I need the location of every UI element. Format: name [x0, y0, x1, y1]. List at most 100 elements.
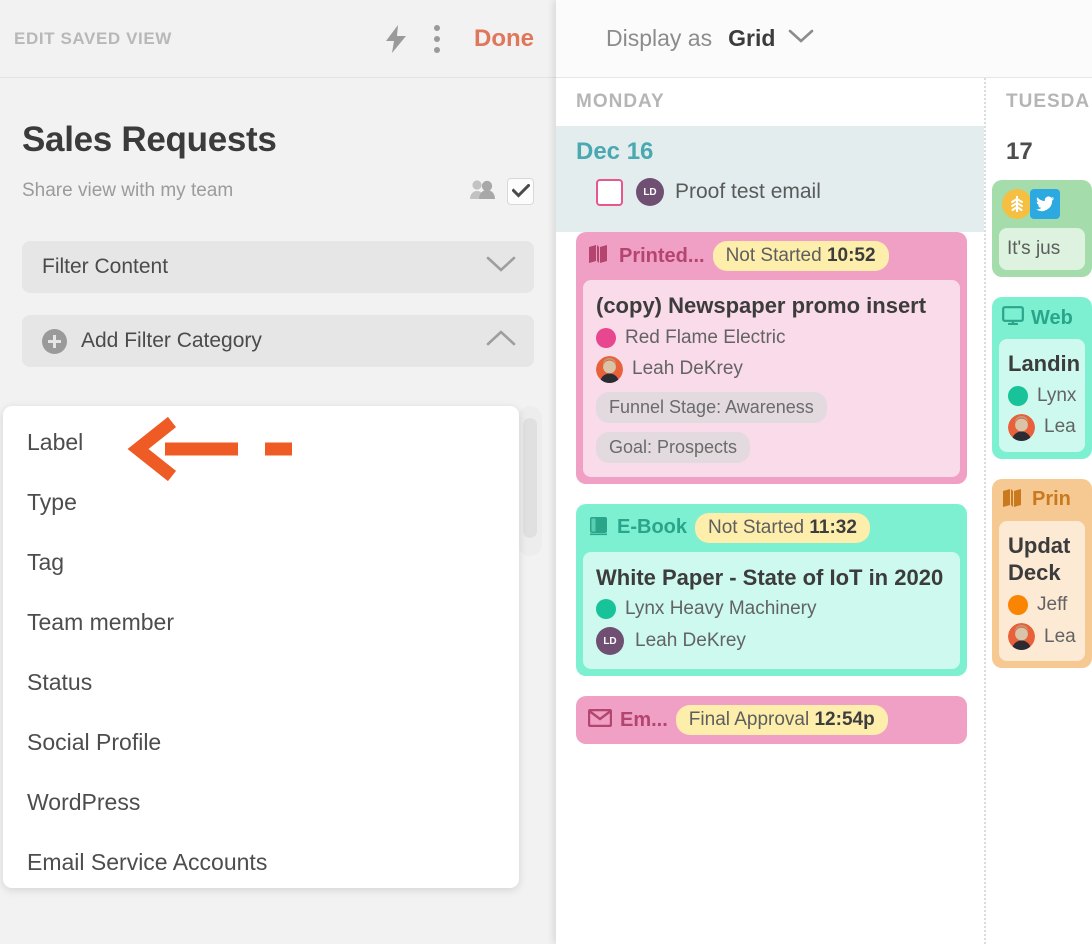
chevron-down-icon[interactable] [788, 29, 814, 49]
card-title: (copy) Newspaper promo insert [596, 293, 927, 318]
share-view-row: Share view with my team [22, 174, 534, 208]
add-filter-category-label: Add Filter Category [81, 329, 262, 352]
calendar-column-monday: MONDAY Dec 16 LD Proof test email Printe… [556, 78, 986, 944]
todo-row[interactable]: LD Proof test email [576, 166, 984, 222]
card-title: Updat Deck [1008, 532, 1071, 586]
daynum-band-tuesday: 17 [986, 126, 1092, 166]
avatar: LD [596, 627, 624, 656]
status-badge: Final Approval 12:54p [675, 705, 888, 736]
sidebar-title: EDIT SAVED VIEW [14, 28, 172, 48]
avatar [1008, 623, 1035, 651]
card-body: It's jus [999, 228, 1085, 270]
card-title: Landin [1008, 351, 1081, 376]
card-brand-row: Jeff [1008, 594, 1076, 616]
card-header: Prin [992, 479, 1092, 521]
app-root: EDIT SAVED VIEW Done Sales Requests Shar… [0, 0, 1092, 944]
brand-color-dot [1008, 595, 1028, 616]
card-person-row: Lea [1008, 413, 1076, 441]
content-card[interactable]: Prin Updat Deck Jeff Lea [992, 478, 1092, 669]
calendar-columns: MONDAY Dec 16 LD Proof test email Printe… [556, 78, 1092, 944]
content-card[interactable]: E-Book Not Started 11:32 White Paper - S… [576, 503, 967, 677]
dropdown-item-email-service-accounts[interactable]: Email Service Accounts [3, 832, 519, 888]
card-person-label: Leah DeKrey [635, 630, 746, 652]
done-button[interactable]: Done [474, 25, 534, 53]
card-brand-row: Lynx Heavy Machinery [596, 598, 947, 620]
card-brand-label: Lynx Heavy Machinery [625, 598, 817, 620]
card-person-label: Lea [1044, 416, 1076, 438]
status-time: 12:54p [814, 709, 875, 731]
dropdown-item-team-member[interactable]: Team member [3, 592, 519, 652]
daynum-monday: Dec 16 [576, 138, 654, 165]
card-person-row: Lea [1008, 623, 1076, 651]
todo-label: Proof test email [675, 180, 821, 203]
brand-color-dot [596, 327, 616, 348]
dropdown-item-social-profile[interactable]: Social Profile [3, 712, 519, 772]
dropdown-item-label[interactable]: Label [3, 412, 519, 472]
lightning-bolt-icon[interactable] [378, 21, 414, 57]
kebab-menu-icon[interactable] [422, 21, 452, 57]
tag-chip: Funnel Stage: Awareness [596, 391, 827, 423]
todo-checkbox[interactable] [596, 178, 623, 206]
card-tags: Funnel Stage: Awareness Goal: Prospects [596, 383, 947, 463]
card-brand-label: Lynx [1037, 384, 1077, 406]
card-person-row: LD Leah DeKrey [596, 627, 947, 656]
tuesday-card-list: It's jus Web Landin Lynx Lea Prin Updat … [986, 166, 1092, 669]
card-body-text: It's jus [1007, 238, 1061, 259]
monday-card-list: Printed... Not Started 10:52 (copy) News… [556, 232, 984, 745]
status-time: 11:32 [809, 516, 857, 538]
status-badge: Not Started 10:52 [712, 241, 889, 271]
add-filter-category-panel[interactable]: Add Filter Category [22, 315, 534, 367]
dropdown-item-wordpress[interactable]: WordPress [3, 772, 519, 832]
content-card[interactable]: It's jus [992, 180, 1092, 277]
card-type-label: Prin [1032, 488, 1071, 511]
card-brand-label: Jeff [1037, 594, 1068, 616]
share-view-checkbox[interactable] [507, 177, 534, 205]
card-header: Web [992, 297, 1092, 339]
sidebar-body: Sales Requests Share view with my team F… [0, 120, 556, 367]
daynum-band-monday: Dec 16 LD Proof test email [556, 126, 984, 232]
status-text: Final Approval [688, 709, 810, 731]
monitor-icon [1002, 306, 1024, 330]
card-title: White Paper - State of IoT in 2020 [596, 564, 944, 590]
brochure-icon [1002, 488, 1025, 512]
filter-content-panel[interactable]: Filter Content [22, 241, 534, 293]
content-card[interactable]: Em... Final Approval 12:54p [576, 696, 967, 745]
filter-category-dropdown: Label Type Tag Team member Status Social… [3, 406, 519, 888]
dropdown-item-type[interactable]: Type [3, 472, 519, 532]
sidebar-scrollbar[interactable] [523, 418, 537, 538]
card-type-label: Printed... [619, 244, 705, 267]
tag-chip: Goal: Prospects [596, 431, 751, 463]
calendar-toolbar: Display as Grid [556, 0, 1092, 78]
avatar [596, 355, 623, 383]
envelope-icon [587, 708, 613, 732]
share-view-label: Share view with my team [22, 180, 234, 201]
display-as-value[interactable]: Grid [728, 25, 775, 52]
card-header: Printed... Not Started 10:52 [576, 232, 967, 280]
calendar-panel: Display as Grid MONDAY Dec 16 LD Proof t… [556, 0, 1092, 944]
card-type-label: Web [1031, 306, 1073, 329]
card-header: E-Book Not Started 11:32 [576, 504, 967, 552]
calendar-column-tuesday: TUESDA 17 It's jus Web Landin Lynx Lea P… [986, 78, 1092, 944]
card-person-row: Leah DeKrey [596, 355, 947, 383]
card-person-label: Lea [1044, 625, 1076, 647]
card-brand-row: Lynx [1008, 385, 1076, 407]
status-time: 10:52 [826, 245, 876, 266]
card-header: Em... Final Approval 12:54p [576, 696, 967, 744]
avatar: LD [636, 178, 664, 206]
content-card[interactable]: Printed... Not Started 10:52 (copy) News… [576, 232, 967, 484]
wheat-icon [1002, 189, 1032, 219]
content-card[interactable]: Web Landin Lynx Lea [992, 297, 1092, 459]
dropdown-item-tag[interactable]: Tag [3, 532, 519, 592]
sidebar-topbar: EDIT SAVED VIEW Done [0, 0, 556, 78]
status-badge: Not Started 11:32 [695, 512, 870, 543]
dayname-tuesday: TUESDA [986, 78, 1092, 126]
card-header [992, 180, 1092, 228]
card-body: Updat Deck Jeff Lea [999, 520, 1085, 662]
book-icon [588, 515, 609, 541]
card-brand-row: Red Flame Electric [596, 327, 947, 349]
card-body: (copy) Newspaper promo insert Red Flame … [583, 280, 960, 477]
twitter-icon [1030, 189, 1060, 219]
status-text: Not Started [725, 245, 822, 266]
brand-color-dot [1008, 385, 1028, 406]
dropdown-item-status[interactable]: Status [3, 652, 519, 712]
